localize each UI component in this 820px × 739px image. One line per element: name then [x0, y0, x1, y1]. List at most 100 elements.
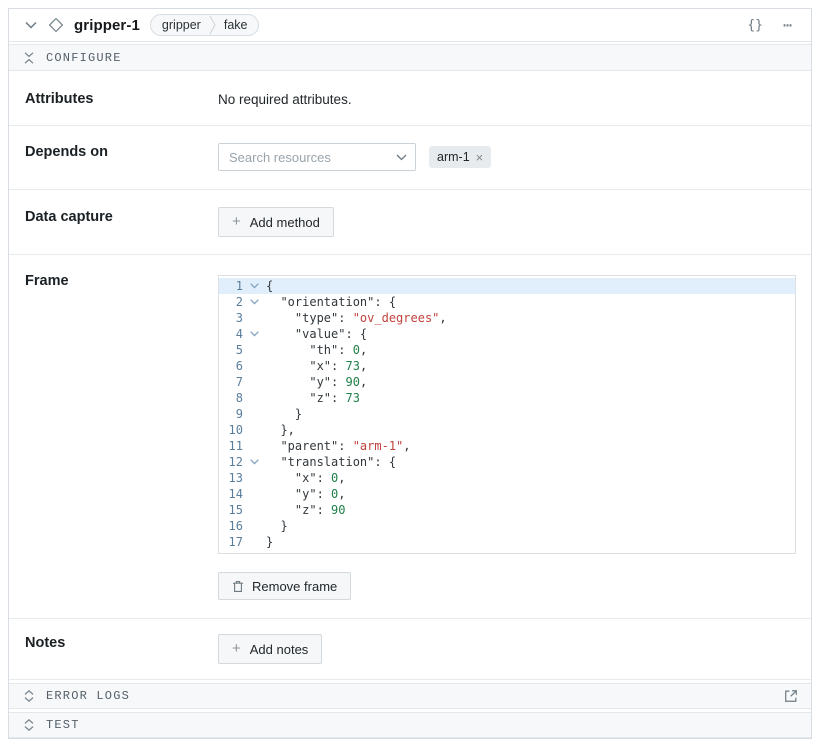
plus-icon: + [232, 213, 241, 230]
notes-label: Notes [25, 619, 218, 679]
component-diamond-icon [48, 17, 64, 33]
attributes-row: Attributes No required attributes. [9, 71, 811, 126]
code-line[interactable]: 7 "y": 90, [219, 374, 795, 390]
code-line[interactable]: 10 }, [219, 422, 795, 438]
fold-chevron-icon[interactable] [250, 459, 259, 465]
code-text: "translation": { [266, 454, 795, 470]
depends-on-select [218, 143, 416, 171]
code-line[interactable]: 4 "value": { [219, 326, 795, 342]
code-line[interactable]: 9 } [219, 406, 795, 422]
error-logs-section-label: ERROR LOGS [46, 689, 130, 703]
configure-section-header[interactable]: CONFIGURE [9, 44, 811, 71]
depends-on-label: Depends on [25, 126, 218, 189]
code-text: }, [266, 422, 795, 438]
line-number: 14 [219, 486, 243, 502]
line-number: 15 [219, 502, 243, 518]
chevron-down-icon [25, 21, 37, 29]
line-number: 17 [219, 534, 243, 550]
line-number: 13 [219, 470, 243, 486]
error-logs-section-header[interactable]: ERROR LOGS [9, 683, 811, 709]
line-number: 2 [219, 294, 243, 310]
line-number: 8 [219, 390, 243, 406]
dependency-chip-label: arm-1 [437, 150, 470, 164]
code-text: "z": 73 [266, 390, 795, 406]
code-line[interactable]: 1{ [219, 278, 795, 294]
attributes-value: No required attributes. [218, 71, 811, 125]
component-card: gripper-1 gripper fake {} ⋯ CONFIGURE At… [8, 8, 812, 739]
line-number: 10 [219, 422, 243, 438]
line-number: 1 [219, 278, 243, 294]
code-line[interactable]: 6 "x": 73, [219, 358, 795, 374]
code-text: { [266, 278, 795, 294]
data-capture-label: Data capture [25, 190, 218, 254]
line-number: 16 [219, 518, 243, 534]
code-text: "orientation": { [266, 294, 795, 310]
more-options-button[interactable]: ⋯ [779, 14, 797, 36]
code-line[interactable]: 13 "x": 0, [219, 470, 795, 486]
code-text: "y": 0, [266, 486, 795, 502]
code-line[interactable]: 15 "z": 90 [219, 502, 795, 518]
code-line[interactable]: 12 "translation": { [219, 454, 795, 470]
expand-section-icon [24, 719, 34, 731]
data-capture-row: Data capture + Add method [9, 190, 811, 255]
badge-separator-chevron-icon [209, 15, 216, 35]
test-section-label: TEST [46, 718, 80, 732]
code-text: } [266, 534, 795, 550]
attributes-label: Attributes [25, 71, 218, 125]
component-title: gripper-1 [74, 17, 140, 34]
code-text: } [266, 406, 795, 422]
search-resources-input[interactable] [218, 143, 416, 171]
code-lines: 1{2 "orientation": {3 "type": "ov_degree… [219, 278, 795, 550]
line-number: 3 [219, 310, 243, 326]
frame-label: Frame [25, 255, 218, 618]
code-text: } [266, 518, 795, 534]
frame-json-editor[interactable]: 1{2 "orientation": {3 "type": "ov_degree… [218, 275, 796, 554]
line-number: 5 [219, 342, 243, 358]
line-number: 12 [219, 454, 243, 470]
badge-model: fake [224, 18, 248, 32]
fold-chevron-icon[interactable] [250, 299, 259, 305]
line-number: 7 [219, 374, 243, 390]
line-number: 11 [219, 438, 243, 454]
open-external-icon[interactable] [784, 689, 798, 703]
configure-section-label: CONFIGURE [46, 51, 122, 65]
code-line[interactable]: 2 "orientation": { [219, 294, 795, 310]
collapse-card-button[interactable] [22, 16, 40, 34]
test-section-header[interactable]: TEST [9, 712, 811, 738]
collapse-section-icon [24, 52, 34, 64]
code-line[interactable]: 3 "type": "ov_degrees", [219, 310, 795, 326]
add-notes-button[interactable]: + Add notes [218, 634, 322, 664]
code-text: "type": "ov_degrees", [266, 310, 795, 326]
code-line[interactable]: 8 "z": 73 [219, 390, 795, 406]
component-header: gripper-1 gripper fake {} ⋯ [9, 9, 811, 42]
code-line[interactable]: 14 "y": 0, [219, 486, 795, 502]
code-line[interactable]: 11 "parent": "arm-1", [219, 438, 795, 454]
code-text: "value": { [266, 326, 795, 342]
code-text: "x": 0, [266, 470, 795, 486]
notes-row: Notes + Add notes [9, 619, 811, 680]
code-line[interactable]: 5 "th": 0, [219, 342, 795, 358]
code-text: "th": 0, [266, 342, 795, 358]
code-text: "y": 90, [266, 374, 795, 390]
code-text: "z": 90 [266, 502, 795, 518]
code-line[interactable]: 17} [219, 534, 795, 550]
line-number: 4 [219, 326, 243, 342]
fold-chevron-icon[interactable] [250, 283, 259, 289]
code-text: "parent": "arm-1", [266, 438, 795, 454]
code-text: "x": 73, [266, 358, 795, 374]
fold-chevron-icon[interactable] [250, 331, 259, 337]
component-type-badges: gripper fake [150, 14, 260, 36]
depends-on-row: Depends on arm-1 × [9, 126, 811, 190]
line-number: 9 [219, 406, 243, 422]
dependency-chip: arm-1 × [429, 146, 491, 168]
add-method-button[interactable]: + Add method [218, 207, 334, 237]
remove-dependency-icon[interactable]: × [476, 151, 484, 164]
plus-icon: + [232, 640, 241, 657]
frame-row: Frame 1{2 "orientation": {3 "type": "ov_… [9, 255, 811, 619]
line-number: 6 [219, 358, 243, 374]
code-line[interactable]: 16 } [219, 518, 795, 534]
remove-frame-button[interactable]: Remove frame [218, 572, 351, 600]
json-mode-toggle-button[interactable]: {} [743, 16, 767, 35]
expand-section-icon [24, 690, 34, 702]
trash-icon [232, 580, 244, 593]
